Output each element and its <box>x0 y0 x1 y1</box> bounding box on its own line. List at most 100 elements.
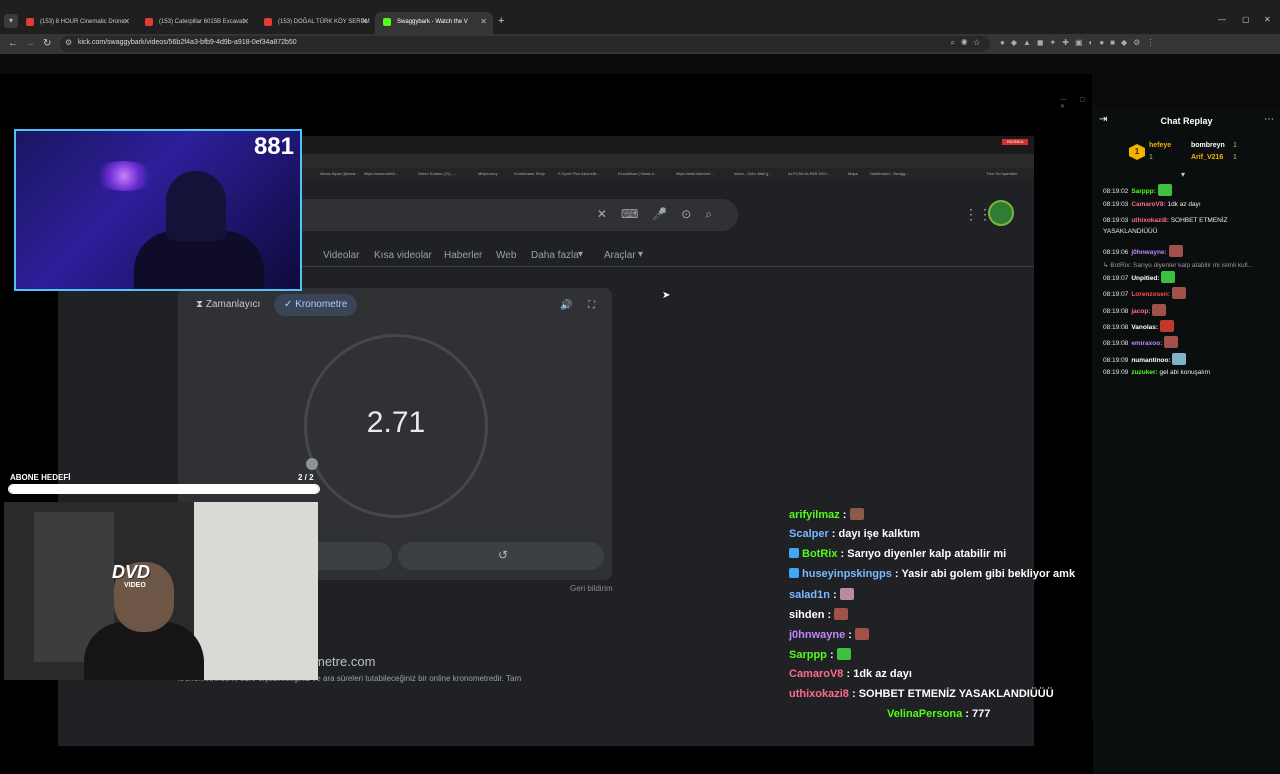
room-wall <box>194 502 318 680</box>
chat-message[interactable]: 08:19:03 uthixokazi8: SOHBET ETMENİZ <box>1103 217 1228 224</box>
reset-button: ↺ <box>398 542 604 570</box>
window-close-icon[interactable]: ✕ <box>1264 15 1271 24</box>
chat-message[interactable]: 08:19:09 zuzuker: gel abi konuşalım <box>1103 369 1210 376</box>
overlay-chat-text: Sarıyo diyenler kalp atabilir mi <box>847 548 1007 560</box>
new-tab-button[interactable]: + <box>498 15 504 27</box>
chat-username[interactable]: CamaroV8: <box>1131 201 1165 208</box>
overlay-chat-user: sihden <box>789 609 825 621</box>
chat-message[interactable]: ↳ BotRix: Sarıyo diyenler kalp atabilir … <box>1103 261 1253 269</box>
chat-message[interactable]: 08:19:09 numantinoo: <box>1103 353 1187 365</box>
tab-title: (153) Caterpillar 6015B Excavat <box>159 19 245 25</box>
pinned-count: 1 <box>1233 142 1237 149</box>
separator: : <box>826 649 837 661</box>
omnibox-actions[interactable]: ⌕◉☆ <box>951 38 986 48</box>
fullscreen-icon: ⛶ <box>588 300 595 311</box>
chat-username[interactable]: Vanolas: <box>1131 324 1158 331</box>
bookmark-folder: Tüm Yer İşaretleri <box>986 171 1018 176</box>
forward-icon[interactable]: → <box>25 38 35 49</box>
stopwatch-readout: 2.71 <box>366 406 426 439</box>
youtube-icon <box>264 18 272 26</box>
overlay-chat-line: BotRix : Sarıyo diyenler kalp atabilir m… <box>789 548 1006 560</box>
close-icon[interactable]: ✕ <box>361 12 368 32</box>
chat-message[interactable]: YASAKLANDIÜÜÜ <box>1103 228 1157 235</box>
reply-preview[interactable]: ↳ BotRix: Sarıyo diyenler kalp atabilir … <box>1103 262 1253 269</box>
chat-username[interactable]: Sarppp: <box>1131 188 1156 195</box>
chat-timestamp: 08:19:06 <box>1103 249 1129 256</box>
close-icon[interactable]: ✕ <box>123 12 130 32</box>
chat-username[interactable]: Unpitied: <box>1131 275 1159 282</box>
emote-icon <box>849 508 864 520</box>
chat-username[interactable]: emiraxoo: <box>1131 340 1162 347</box>
close-icon[interactable]: ✕ <box>480 12 487 32</box>
url-text[interactable]: kick.com/swaggybark/videos/56b2f4a3-bfb9… <box>78 39 297 46</box>
bookmark: Maps <box>848 171 858 176</box>
chat-username[interactable]: zuzuker: <box>1131 369 1157 376</box>
minimize-icon[interactable]: — <box>1218 15 1226 24</box>
video-player[interactable]: — ▢ ✕ YAYINDA Alican Alpar (@ewa... http… <box>0 74 1092 746</box>
site-info-icon[interactable]: ⚙ <box>65 38 72 47</box>
browser-tab[interactable]: (153) Caterpillar 6015B Excavat ✕ <box>137 12 255 34</box>
pinned-user[interactable]: Arif_V216 <box>1191 154 1223 161</box>
chat-message[interactable]: 08:19:02 Sarppp: <box>1103 184 1172 196</box>
chat-username[interactable]: Lorenzosen: <box>1131 291 1170 298</box>
extensions-toolbar[interactable]: ●◆▲◼✦✚▣◐●■◆⚙⋮ <box>1000 38 1160 47</box>
more-icon[interactable]: ⋯ <box>1264 114 1274 125</box>
browser-tab[interactable]: (153) DOĞAL TÜRK KÖY SERPM ✕ <box>256 12 374 34</box>
chat-text: gel abi konuşalım <box>1159 369 1211 376</box>
dvd-logo-sub: VIDEO <box>124 582 146 589</box>
chat-username[interactable]: j0hnwayne: <box>1131 249 1166 256</box>
volume-icon: 🔊 <box>560 300 573 311</box>
bookmark: ALFCAN ALPAR DEV... <box>788 171 830 176</box>
nav-web: Web <box>496 250 517 261</box>
tab-title: (153) DOĞAL TÜRK KÖY SERPM <box>278 19 370 25</box>
tab-title: (153) 8 HOUR Cinematic Drone <box>40 19 125 25</box>
chat-message[interactable]: 08:19:07 Lorenzosen: <box>1103 287 1186 299</box>
bookmark: Midjourney <box>478 171 498 176</box>
separator: : <box>829 589 840 601</box>
chevron-down-icon[interactable]: ▾ <box>1181 170 1185 179</box>
search-bar-icons: ✕⌨🎤⊙⌕ <box>596 207 726 221</box>
browser-tab-active[interactable]: Swaggybark - Watch the V ✕ <box>375 12 493 34</box>
chat-timestamp: 08:19:08 <box>1103 340 1129 347</box>
overlay-chat-text: Yasir abi golem gibi bekliyor amk <box>901 568 1076 580</box>
address-bar[interactable]: ⚙ kick.com/swaggybark/videos/56b2f4a3-bf… <box>60 36 990 52</box>
pinned-user[interactable]: bombreyn <box>1191 142 1225 149</box>
overlay-chat-user: Scalper <box>789 528 829 540</box>
chat-message[interactable]: 08:19:08 emiraxoo: <box>1103 336 1179 348</box>
nav-short-videos: Kısa videolar <box>374 250 432 261</box>
result-host: metre.com <box>314 654 376 669</box>
back-icon[interactable]: ← <box>8 38 18 49</box>
overlay-chat-text: 1dk az dayı <box>853 668 912 680</box>
sub-goal-bar <box>8 484 320 494</box>
tab-search-icon[interactable]: ▾ <box>4 14 18 28</box>
browser-tab-bar: ▾ (153) 8 HOUR Cinematic Drone ✕ (153) C… <box>0 0 1280 34</box>
separator: : <box>828 528 839 540</box>
chat-timestamp: 08:19:02 <box>1103 188 1129 195</box>
chat-timestamp: 08:19:03 <box>1103 201 1129 208</box>
chat-username[interactable]: jacop: <box>1131 308 1150 315</box>
chat-header: ⇥ Chat Replay ⋯ <box>1093 114 1280 130</box>
timer-tab: ⧗ Zamanlayıcı <box>196 299 261 310</box>
separator: : <box>962 708 972 720</box>
chat-username[interactable]: numantinoo: <box>1131 357 1170 364</box>
chat-message[interactable]: 08:19:08 Vanolas: <box>1103 320 1174 332</box>
close-icon[interactable]: ✕ <box>242 12 249 32</box>
separator: : <box>839 509 850 521</box>
chat-message[interactable]: 08:19:03 CamaroV8: 1dk az dayı <box>1103 201 1201 208</box>
browser-tab[interactable]: (153) 8 HOUR Cinematic Drone ✕ <box>18 12 136 34</box>
emote-icon <box>855 628 870 640</box>
overlay-chat-user: BotRix <box>802 548 838 560</box>
player-window-controls[interactable]: — ▢ ✕ <box>1060 96 1092 110</box>
chat-message[interactable]: 08:19:07 Unpitied: <box>1103 271 1176 283</box>
reload-icon[interactable]: ↻ <box>43 38 51 49</box>
pinned-user[interactable]: hefeye <box>1149 142 1171 149</box>
maximize-icon[interactable]: ▢ <box>1242 15 1250 24</box>
kick-icon <box>383 18 391 26</box>
chat-username[interactable]: uthixokazi8: <box>1131 217 1169 224</box>
youtube-icon <box>26 18 34 26</box>
chat-message[interactable]: 08:19:06 j0hnwayne: <box>1103 245 1183 257</box>
bookmark: https://web.iskernet... <box>676 171 714 176</box>
overlay-chat-user: CamaroV8 <box>789 668 844 680</box>
chat-message[interactable]: 08:19:08 jacop: <box>1103 304 1167 316</box>
nav-tools: Araçlar <box>604 250 636 261</box>
